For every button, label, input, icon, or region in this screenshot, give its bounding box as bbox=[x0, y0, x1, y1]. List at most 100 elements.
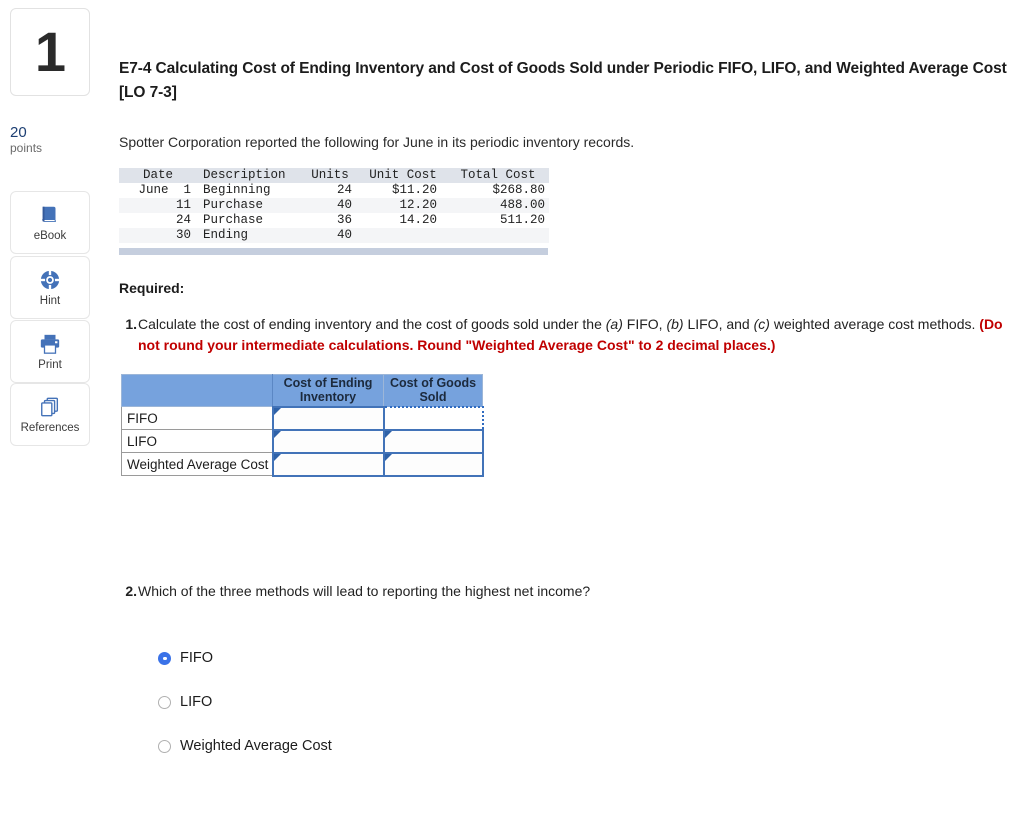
tool-button-references[interactable]: References bbox=[10, 383, 90, 446]
required-heading: Required: bbox=[119, 280, 185, 296]
hdr-cogs-line2: Sold bbox=[419, 390, 447, 405]
hdr-cogs-line1: Cost of Goods bbox=[389, 376, 477, 391]
table-bottom-bar bbox=[119, 248, 548, 255]
cell-units: 40 bbox=[336, 228, 352, 242]
question-2-text: Which of the three methods will lead to … bbox=[138, 583, 591, 599]
cell-corner-marker-icon bbox=[273, 407, 281, 415]
tool-button-hint[interactable]: Hint bbox=[10, 256, 90, 319]
cell-date: 30 bbox=[175, 228, 191, 242]
table-header-row: Date Description Units Unit Cost Total C… bbox=[119, 168, 549, 183]
table-row: 24 Purchase 36 14.20 511.20 bbox=[119, 213, 549, 228]
question-1: 1. Calculate the cost of ending inventor… bbox=[119, 314, 1009, 356]
input-lifo-ending-inventory[interactable] bbox=[273, 430, 383, 452]
radio-weighted-average-cost[interactable] bbox=[158, 739, 171, 753]
choice-label-lifo: LIFO bbox=[180, 694, 213, 710]
book-icon bbox=[39, 204, 61, 226]
q1-label-b: (b) bbox=[666, 316, 684, 332]
answer-grid-header-blank bbox=[121, 374, 273, 407]
column-header-total-cost: Total Cost bbox=[460, 168, 536, 182]
cell-description: Beginning bbox=[203, 183, 271, 197]
cell-corner-marker-icon bbox=[384, 430, 392, 438]
choice-fifo[interactable]: FIFO bbox=[158, 645, 332, 671]
cell-unit-cost: 12.20 bbox=[399, 198, 437, 212]
radio-fifo[interactable] bbox=[158, 651, 171, 665]
input-cell-wac-ending-inventory[interactable] bbox=[271, 451, 385, 477]
table-row: 11 Purchase 40 12.20 488.00 bbox=[119, 198, 549, 213]
input-fifo-ending-inventory[interactable] bbox=[273, 407, 383, 429]
cell-date: June 1 bbox=[138, 183, 191, 197]
input-lifo-cogs[interactable] bbox=[384, 430, 482, 452]
main-content: E7-4 Calculating Cost of Ending Inventor… bbox=[119, 0, 1032, 817]
cell-date: 24 bbox=[175, 213, 191, 227]
answer-row-fifo: FIFO bbox=[121, 405, 484, 431]
hdr-ei-line2: Inventory bbox=[299, 390, 357, 405]
input-cell-fifo-cogs[interactable] bbox=[382, 405, 484, 431]
cell-corner-marker-icon bbox=[273, 430, 281, 438]
cell-date: 11 bbox=[175, 198, 191, 212]
tool-label-print: Print bbox=[38, 358, 62, 371]
life-preserver-icon bbox=[39, 269, 61, 291]
radio-lifo[interactable] bbox=[158, 695, 171, 709]
answer-grid-header-ending-inventory: Cost of Ending Inventory bbox=[272, 374, 384, 407]
tool-label-hint: Hint bbox=[39, 294, 61, 307]
cell-corner-marker-icon bbox=[384, 453, 392, 461]
tool-button-print[interactable]: Print bbox=[10, 320, 90, 383]
answer-row-lifo: LIFO bbox=[121, 428, 484, 454]
choice-lifo[interactable]: LIFO bbox=[158, 689, 332, 715]
input-wac-ending-inventory[interactable] bbox=[273, 453, 383, 475]
input-cell-lifo-ending-inventory[interactable] bbox=[271, 428, 385, 454]
question-1-body: Calculate the cost of ending inventory a… bbox=[138, 314, 1009, 356]
table-row: June 1 Beginning 24 $11.20 $268.80 bbox=[119, 183, 549, 198]
input-wac-cogs[interactable] bbox=[384, 453, 482, 475]
tool-label-ebook: eBook bbox=[33, 229, 67, 242]
input-cell-fifo-ending-inventory[interactable] bbox=[271, 405, 385, 431]
cell-total-cost: 488.00 bbox=[499, 198, 545, 212]
question-2-choices: FIFO LIFO Weighted Average Cost bbox=[158, 645, 332, 777]
answer-grid-header-cogs: Cost of Goods Sold bbox=[383, 374, 483, 407]
hdr-ei-line1: Cost of Ending bbox=[283, 376, 373, 391]
cell-unit-cost: 14.20 bbox=[399, 213, 437, 227]
q1-text-a: FIFO, bbox=[622, 316, 667, 332]
q1-label-a: (a) bbox=[605, 316, 623, 332]
cell-description: Ending bbox=[203, 228, 249, 242]
cell-units: 36 bbox=[336, 213, 352, 227]
q1-text-c: weighted average cost methods. bbox=[769, 316, 980, 332]
answer-input-grid: Cost of Ending Inventory Cost of Goods S… bbox=[121, 374, 484, 477]
input-fifo-cogs[interactable] bbox=[384, 407, 482, 429]
input-cell-lifo-cogs[interactable] bbox=[382, 428, 484, 454]
intro-paragraph: Spotter Corporation reported the followi… bbox=[119, 134, 635, 150]
points-value: 20 bbox=[10, 124, 27, 141]
q1-label-c: (c) bbox=[753, 316, 770, 332]
cell-total-cost: $268.80 bbox=[492, 183, 545, 197]
q1-text-b: LIFO, and bbox=[683, 316, 754, 332]
answer-row-weighted-average-cost: Weighted Average Cost bbox=[121, 451, 484, 477]
input-cell-wac-cogs[interactable] bbox=[382, 451, 484, 477]
table-row: 30 Ending 40 bbox=[119, 228, 549, 243]
choice-label-weighted-average-cost: Weighted Average Cost bbox=[180, 738, 332, 754]
answer-row-label-fifo: FIFO bbox=[121, 406, 273, 430]
inventory-records-table: Date Description Units Unit Cost Total C… bbox=[119, 168, 549, 243]
q1-text-part1: Calculate the cost of ending inventory a… bbox=[138, 316, 606, 332]
stacked-pages-icon bbox=[39, 396, 61, 418]
cell-units: 40 bbox=[336, 198, 352, 212]
cell-corner-marker-icon bbox=[273, 453, 281, 461]
cell-units: 24 bbox=[336, 183, 352, 197]
question-2-number: 2. bbox=[125, 583, 137, 599]
tool-button-ebook[interactable]: eBook bbox=[10, 191, 90, 254]
left-tool-rail: 1 20 points eBook Hint Print References bbox=[0, 0, 110, 817]
cell-description: Purchase bbox=[203, 198, 264, 212]
cell-unit-cost: $11.20 bbox=[391, 183, 437, 197]
cell-total-cost bbox=[447, 228, 549, 243]
page-title: E7-4 Calculating Cost of Ending Inventor… bbox=[119, 60, 1007, 101]
question-2: 2. Which of the three methods will lead … bbox=[119, 582, 919, 601]
column-header-description: Description bbox=[203, 168, 286, 182]
column-header-units: Units bbox=[311, 168, 349, 182]
question-1-number: 1. bbox=[125, 316, 137, 332]
question-number: 1 bbox=[34, 20, 66, 83]
column-header-unit-cost: Unit Cost bbox=[369, 168, 437, 182]
choice-weighted-average-cost[interactable]: Weighted Average Cost bbox=[158, 733, 332, 759]
column-header-date: Date bbox=[142, 168, 173, 182]
cell-description: Purchase bbox=[203, 213, 264, 227]
answer-grid-header-row: Cost of Ending Inventory Cost of Goods S… bbox=[121, 374, 483, 407]
answer-row-label-weighted-average-cost: Weighted Average Cost bbox=[121, 452, 273, 476]
